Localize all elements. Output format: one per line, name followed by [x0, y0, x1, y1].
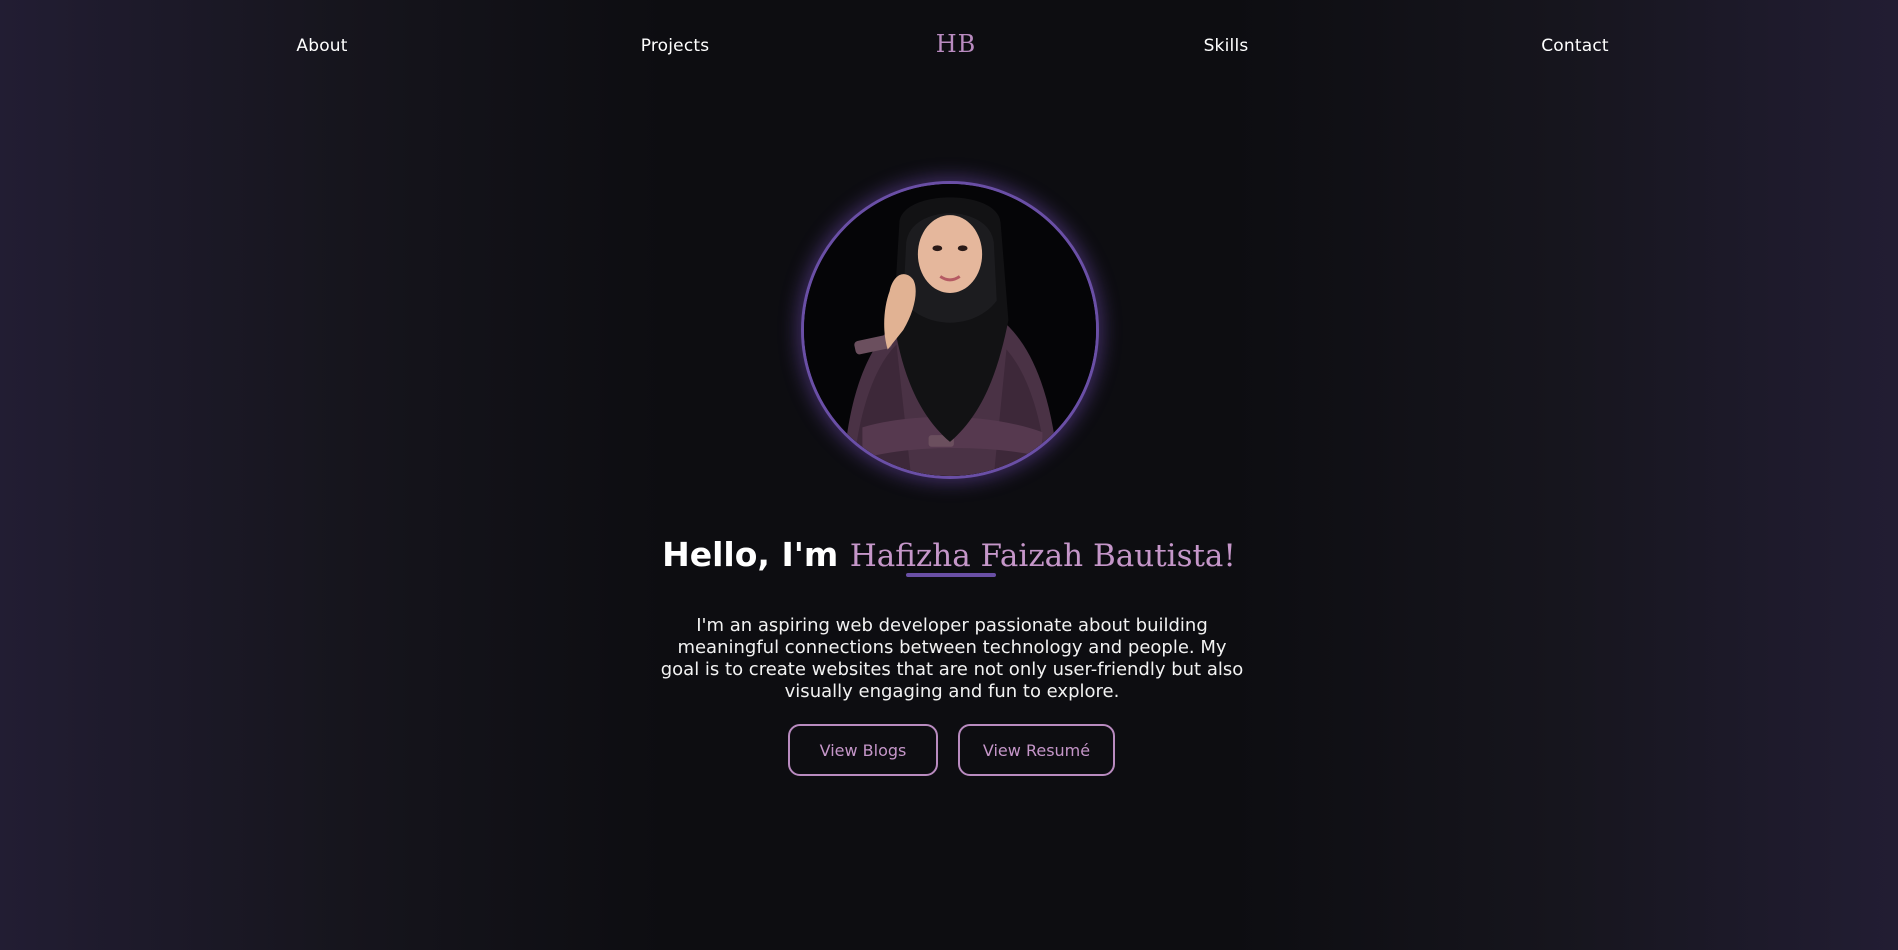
- hero-greeting: Hello, I'm: [662, 535, 850, 575]
- profile-photo: [804, 184, 1096, 476]
- nav-link-projects[interactable]: Projects: [641, 36, 710, 56]
- hero-heading: Hello, I'm Hafizha Faizah Bautista!: [0, 535, 1898, 574]
- heading-divider: [906, 573, 996, 577]
- site-logo[interactable]: HB: [936, 30, 977, 58]
- view-resume-button[interactable]: View Resumé: [958, 724, 1115, 776]
- hero-bio: I'm an aspiring web developer passionate…: [660, 615, 1244, 702]
- nav-link-skills[interactable]: Skills: [1204, 36, 1249, 56]
- nav-link-contact[interactable]: Contact: [1541, 36, 1609, 56]
- view-blogs-button[interactable]: View Blogs: [788, 724, 938, 776]
- nav-link-about[interactable]: About: [296, 36, 347, 56]
- hero-name: Hafizha Faizah Bautista!: [849, 538, 1236, 575]
- top-navigation: About Projects HB Skills Contact: [0, 0, 1898, 95]
- profile-avatar: [801, 181, 1099, 479]
